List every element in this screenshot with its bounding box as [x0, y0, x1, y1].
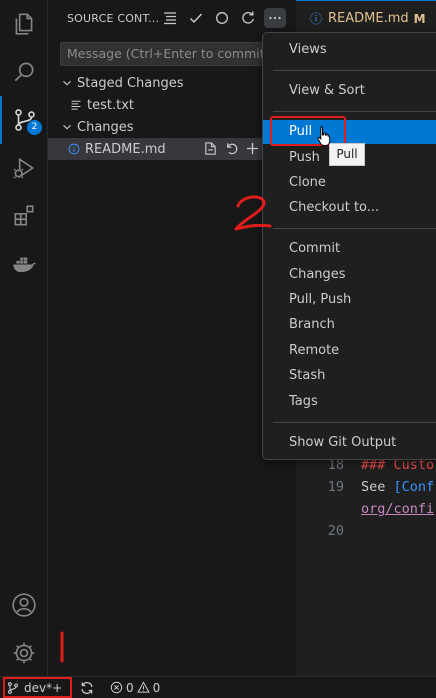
info-icon — [68, 143, 80, 155]
menu-separator — [273, 70, 436, 71]
menu-item-tags[interactable]: Tags — [263, 390, 436, 414]
tab-label: README.md — [328, 11, 409, 26]
code-line: org/confi — [296, 498, 436, 520]
menu-item-views[interactable]: Views — [263, 38, 436, 62]
pull-highlight-box — [270, 116, 346, 146]
branch-highlight-box — [3, 677, 72, 698]
files-icon — [15, 13, 33, 35]
source-control-button[interactable]: 2 — [0, 96, 48, 144]
refresh-button[interactable] — [238, 8, 258, 28]
warning-icon — [136, 681, 150, 693]
changes-group[interactable]: Changes — [48, 116, 296, 138]
menu-item-pull-push[interactable]: Pull, Push — [263, 288, 436, 312]
account-icon — [12, 593, 36, 617]
manage-button[interactable] — [0, 629, 48, 677]
error-count: 0 — [126, 680, 134, 695]
hand-cursor-icon — [317, 126, 331, 146]
view-as-tree-button[interactable] — [160, 8, 180, 28]
more-actions-menu: Views View & Sort Pull Push Clone Checko… — [262, 32, 436, 460]
staged-changes-group[interactable]: Staged Changes — [48, 72, 296, 94]
staged-changes-label: Staged Changes — [77, 75, 184, 91]
menu-item-checkout[interactable]: Checkout to... — [263, 196, 436, 220]
docker-icon — [13, 257, 36, 273]
list-tree-icon — [164, 12, 176, 25]
code-line: 20 — [296, 520, 436, 542]
menu-item-view-sort[interactable]: View & Sort — [263, 79, 436, 103]
text-file-icon — [70, 99, 82, 111]
line-number: 20 — [327, 523, 344, 539]
error-icon — [110, 681, 123, 694]
refresh-icon — [242, 11, 254, 24]
pull-tooltip: Pull — [329, 143, 365, 166]
commit-message-input[interactable]: Message (Ctrl+Enter to commit on — [60, 42, 296, 66]
menu-separator — [273, 111, 436, 112]
run-debug-button[interactable] — [0, 144, 48, 192]
source-control-badge: 2 — [27, 120, 42, 135]
open-file-icon[interactable] — [203, 141, 218, 160]
menu-item-remote[interactable]: Remote — [263, 339, 436, 363]
source-control-view: SOURCE CONT... Message (Ctrl+Enter to co… — [48, 0, 296, 676]
commit-button[interactable] — [186, 8, 206, 28]
file-name: test.txt — [87, 97, 134, 113]
more-actions-button[interactable] — [264, 8, 286, 28]
activity-bar: 2 — [0, 0, 48, 676]
line-text: See [Conf — [361, 476, 434, 498]
menu-item-commit[interactable]: Commit — [263, 237, 436, 261]
warning-count: 0 — [152, 680, 161, 695]
docker-button[interactable] — [0, 240, 48, 288]
menu-separator — [273, 422, 436, 423]
explorer-button[interactable] — [0, 0, 48, 48]
line-text-url[interactable]: org/confi — [361, 498, 434, 520]
view-actions — [160, 8, 286, 28]
commit-graph-button[interactable] — [212, 8, 232, 28]
gear-icon — [13, 642, 35, 664]
row-actions — [203, 141, 260, 160]
sync-icon[interactable] — [79, 680, 95, 696]
chevron-down-icon — [59, 119, 75, 135]
tab-status: M — [413, 11, 426, 26]
chevron-down-icon — [59, 75, 75, 91]
menu-separator — [273, 228, 436, 229]
problems-indicator[interactable]: 0 0 — [110, 677, 160, 698]
line-text-plain: See — [361, 479, 394, 495]
run-debug-icon — [13, 157, 35, 179]
extensions-button[interactable] — [0, 192, 48, 240]
ellipsis-icon — [269, 16, 281, 20]
circle-icon — [216, 12, 228, 24]
line-number: 19 — [327, 479, 344, 495]
accounts-button[interactable] — [0, 581, 48, 629]
menu-item-changes[interactable]: Changes — [263, 263, 436, 287]
file-name: README.md — [85, 141, 166, 157]
menu-item-show-git-output[interactable]: Show Git Output — [263, 431, 436, 455]
annotation-step-two — [234, 195, 272, 231]
view-header: SOURCE CONT... — [48, 0, 296, 36]
list-item[interactable]: test.txt — [48, 94, 296, 116]
tab-readme[interactable]: ⓘ README.md M — [296, 0, 436, 36]
annotation-step-one — [60, 631, 64, 663]
search-button[interactable] — [0, 48, 48, 96]
view-title: SOURCE CONT... — [67, 12, 160, 25]
changes-label: Changes — [77, 119, 134, 135]
menu-item-branch[interactable]: Branch — [263, 313, 436, 337]
editor-tab-bar: ⓘ README.md M — [296, 0, 436, 36]
list-item[interactable]: README.md — [48, 138, 296, 160]
stage-plus-icon[interactable] — [245, 141, 260, 160]
discard-icon[interactable] — [224, 141, 239, 160]
line-text-link: [Conf — [393, 479, 435, 495]
code-line: 19 See [Conf — [296, 476, 436, 498]
extensions-icon — [14, 205, 34, 226]
search-icon — [14, 62, 34, 82]
check-icon — [190, 13, 203, 24]
info-icon: ⓘ — [310, 12, 323, 26]
menu-item-clone[interactable]: Clone — [263, 171, 436, 195]
menu-item-stash[interactable]: Stash — [263, 364, 436, 388]
